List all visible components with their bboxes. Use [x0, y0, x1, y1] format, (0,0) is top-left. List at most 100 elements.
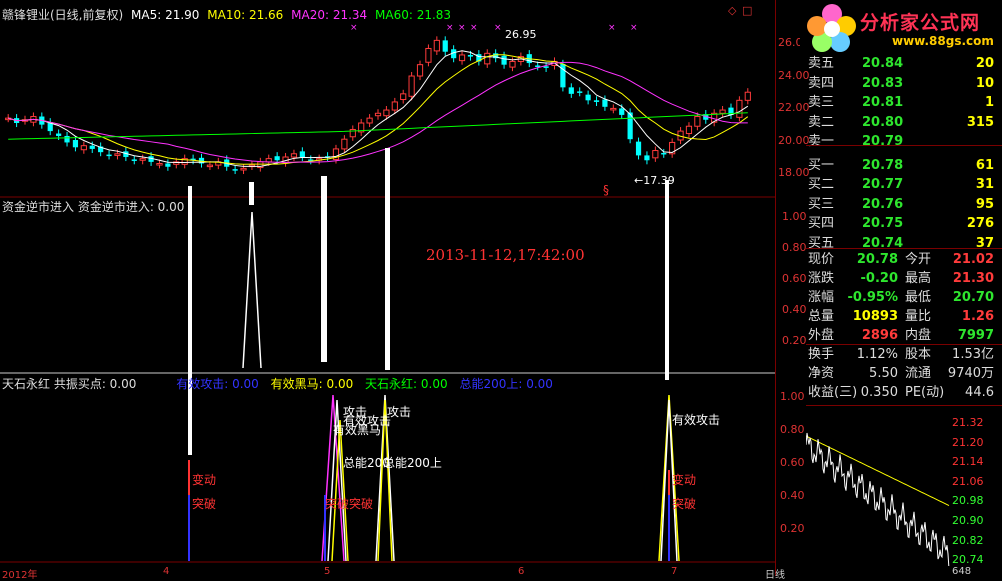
intraday-tick: 21.06: [952, 474, 984, 488]
intraday-chart[interactable]: [806, 406, 950, 566]
candle-body: [543, 66, 549, 68]
candle-body: [501, 55, 507, 65]
ma20-label: MA20: 21.34: [291, 8, 368, 22]
price-tick: 18.00: [778, 166, 810, 179]
candle-body: [744, 91, 751, 101]
kline-chart[interactable]: × × × × × × ×: [0, 0, 776, 576]
order-volume: 20: [975, 56, 994, 71]
low-tick: 0.60: [780, 456, 805, 469]
intraday-tick: 21.14: [952, 455, 984, 469]
order-level-label: 卖一: [808, 134, 835, 149]
flower-logo-icon: [807, 4, 856, 52]
quote-value: 21.02: [952, 252, 994, 267]
mid-panel-signals: [188, 148, 669, 455]
fundamental-label: 股本: [905, 347, 932, 362]
fundamentals-row: 换手 1.12% 股本 1.53亿: [808, 345, 998, 365]
signal-text: 突破: [192, 497, 217, 511]
tianshi-label: 天石永红: 0.00: [365, 377, 448, 391]
cross-marker-icon: ×: [350, 23, 358, 33]
intraday-tick: 20.82: [952, 533, 984, 547]
logo-name: 分析家公式网: [860, 12, 981, 34]
square-icon[interactable]: □: [742, 4, 752, 17]
quote-label: 内盘: [905, 328, 932, 343]
quote-label: 今开: [905, 252, 932, 267]
low-panel-signals: [188, 394, 680, 562]
count-label: 648: [952, 566, 972, 577]
order-level-label: 卖二: [808, 114, 835, 130]
candle-body: [240, 167, 247, 171]
candle-body: [593, 100, 600, 102]
order-level-label: 卖五: [808, 56, 835, 71]
candle-body: [568, 87, 574, 94]
candle-body: [131, 159, 137, 161]
fundamental-label: 流通: [905, 366, 932, 381]
order-volume: 61: [975, 157, 994, 173]
quote-value: -0.95%: [847, 290, 899, 305]
candle-body: [156, 163, 163, 166]
cross-marker-icon: ×: [446, 23, 454, 33]
signal-spike: [242, 211, 262, 369]
zongneng-label: 总能200上: 0.00: [459, 377, 553, 391]
period-label[interactable]: 日线: [765, 566, 785, 581]
candle-body: [114, 153, 121, 156]
order-volume: 10: [975, 75, 994, 91]
cross-marker-icon: ×: [458, 23, 466, 33]
intraday-tick: 21.20: [952, 435, 984, 449]
order-book-divider: [806, 145, 1002, 146]
order-price: 20.76: [862, 196, 904, 212]
ma60-label: MA60: 21.83: [375, 8, 452, 22]
signal-text: 突破: [672, 497, 697, 511]
quote-value: -0.20: [860, 271, 898, 286]
candle-body: [652, 150, 659, 159]
chart-header: 赣锋锂业(日线,前复权) MA5: 21.90 MA10: 21.66 MA20…: [2, 6, 451, 23]
quote-row: 涨幅 -0.95% 最低 20.70: [808, 288, 998, 308]
candle-body: [72, 140, 79, 148]
quote-label: 量比: [905, 309, 932, 324]
signal-bar: [321, 176, 327, 362]
candle-body: [165, 163, 171, 167]
order-price: 20.84: [862, 56, 904, 71]
candle-body: [685, 125, 693, 135]
x-axis-month: 4: [163, 566, 170, 577]
order-price: 20.77: [862, 177, 904, 192]
mid-tick: 1.00: [782, 210, 807, 223]
fundamental-value: 1.53亿: [952, 347, 994, 362]
mid-tick: 0.60: [782, 272, 807, 285]
candle-body: [366, 117, 373, 124]
candle-body: [425, 47, 432, 63]
mid-panel-label: 资金逆市进入 资金逆市进入: 0.00: [2, 200, 185, 214]
candle-body: [694, 116, 701, 127]
candle-body: [635, 141, 642, 156]
order-volume: 95: [975, 196, 994, 212]
ma5-label: MA5: 21.90: [131, 8, 200, 22]
low-tick: 0.20: [780, 522, 805, 535]
high-price-marker: 26.95: [505, 28, 537, 41]
order-level-label: 买四: [808, 216, 835, 231]
diamond-icon[interactable]: ◇: [728, 4, 736, 17]
candle-body: [577, 91, 583, 93]
low-tick: 1.00: [780, 390, 805, 403]
low-panel-header: 天石永红 共振买点: 0.00 有效攻击: 0.00 有效黑马: 0.00 天石…: [2, 375, 553, 392]
fundamental-value: 9740万: [947, 366, 994, 381]
quote-value: 10893: [852, 309, 898, 324]
candle-body: [442, 40, 448, 52]
intraday-tick: 20.90: [952, 514, 984, 527]
quote-label: 最高: [905, 271, 932, 286]
order-volume: 1: [984, 95, 994, 110]
low-tick: 0.80: [780, 423, 805, 436]
order-price: 20.75: [862, 216, 904, 231]
candle-body: [602, 99, 608, 107]
mid-tick: 0.20: [782, 334, 807, 347]
price-tick: 24.00: [778, 69, 810, 82]
order-book-row: 卖一 20.79: [808, 132, 998, 152]
order-level-label: 卖三: [808, 95, 835, 110]
quote-value: 20.70: [952, 290, 994, 305]
candle-body: [585, 94, 591, 101]
candle-body: [206, 164, 214, 168]
order-book-row: 卖四 20.83 10: [808, 74, 998, 94]
candle-body: [408, 75, 415, 97]
quote-label: 现价: [808, 252, 835, 267]
quote-value: 21.30: [952, 271, 994, 286]
order-book-row: 卖二 20.80 315: [808, 113, 998, 133]
timestamp-label: 2013-11-12,17:42:00: [426, 246, 585, 264]
